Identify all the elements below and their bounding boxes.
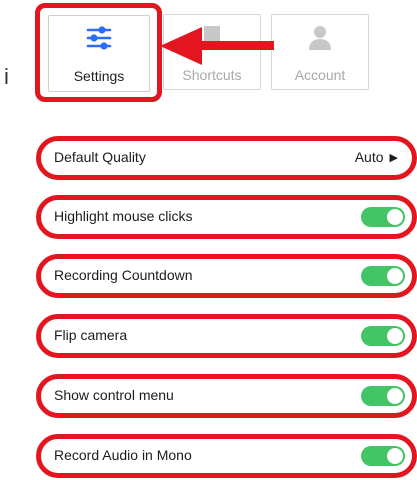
default-quality-label: Default Quality [54,149,146,165]
info-glyph: i [4,64,9,89]
user-icon [308,25,332,56]
record-audio-mono-label: Record Audio in Mono [54,447,192,463]
highlight-clicks-label: Highlight mouse clicks [54,208,193,224]
tab-settings[interactable]: Settings [48,15,150,92]
toggle-knob [387,268,403,284]
tab-settings-label: Settings [73,68,125,84]
toggle-knob [387,328,403,344]
default-quality-row[interactable]: Default Quality Auto ▶ [44,140,412,176]
tab-account[interactable]: Account [271,14,369,90]
quality-value: Auto [354,149,384,165]
sliders-icon [85,26,113,55]
record-audio-mono-toggle[interactable] [361,446,405,466]
flip-camera-toggle[interactable] [361,326,405,346]
toggle-knob [387,209,403,225]
show-control-menu-row: Show control menu [44,378,412,414]
caret-right-icon: ▶ [389,152,398,164]
recording-countdown-toggle[interactable] [361,266,405,286]
flip-camera-row: Flip camera [44,318,412,354]
record-audio-mono-row: Record Audio in Mono [44,438,412,474]
quality-select[interactable]: Auto ▶ [355,149,398,165]
toggle-knob [387,388,403,404]
recording-countdown-label: Recording Countdown [54,267,193,283]
show-control-menu-label: Show control menu [54,387,174,403]
toggle-knob [387,448,403,464]
flip-camera-label: Flip camera [54,327,128,343]
tab-shortcuts-label: Shortcuts [182,67,242,83]
tab-account-label: Account [294,67,346,83]
show-control-menu-toggle[interactable] [361,386,405,406]
highlight-clicks-toggle[interactable] [361,207,405,227]
recording-countdown-row: Recording Countdown [44,258,412,294]
highlight-clicks-row: Highlight mouse clicks [44,199,412,235]
pointer-arrow [160,27,274,65]
